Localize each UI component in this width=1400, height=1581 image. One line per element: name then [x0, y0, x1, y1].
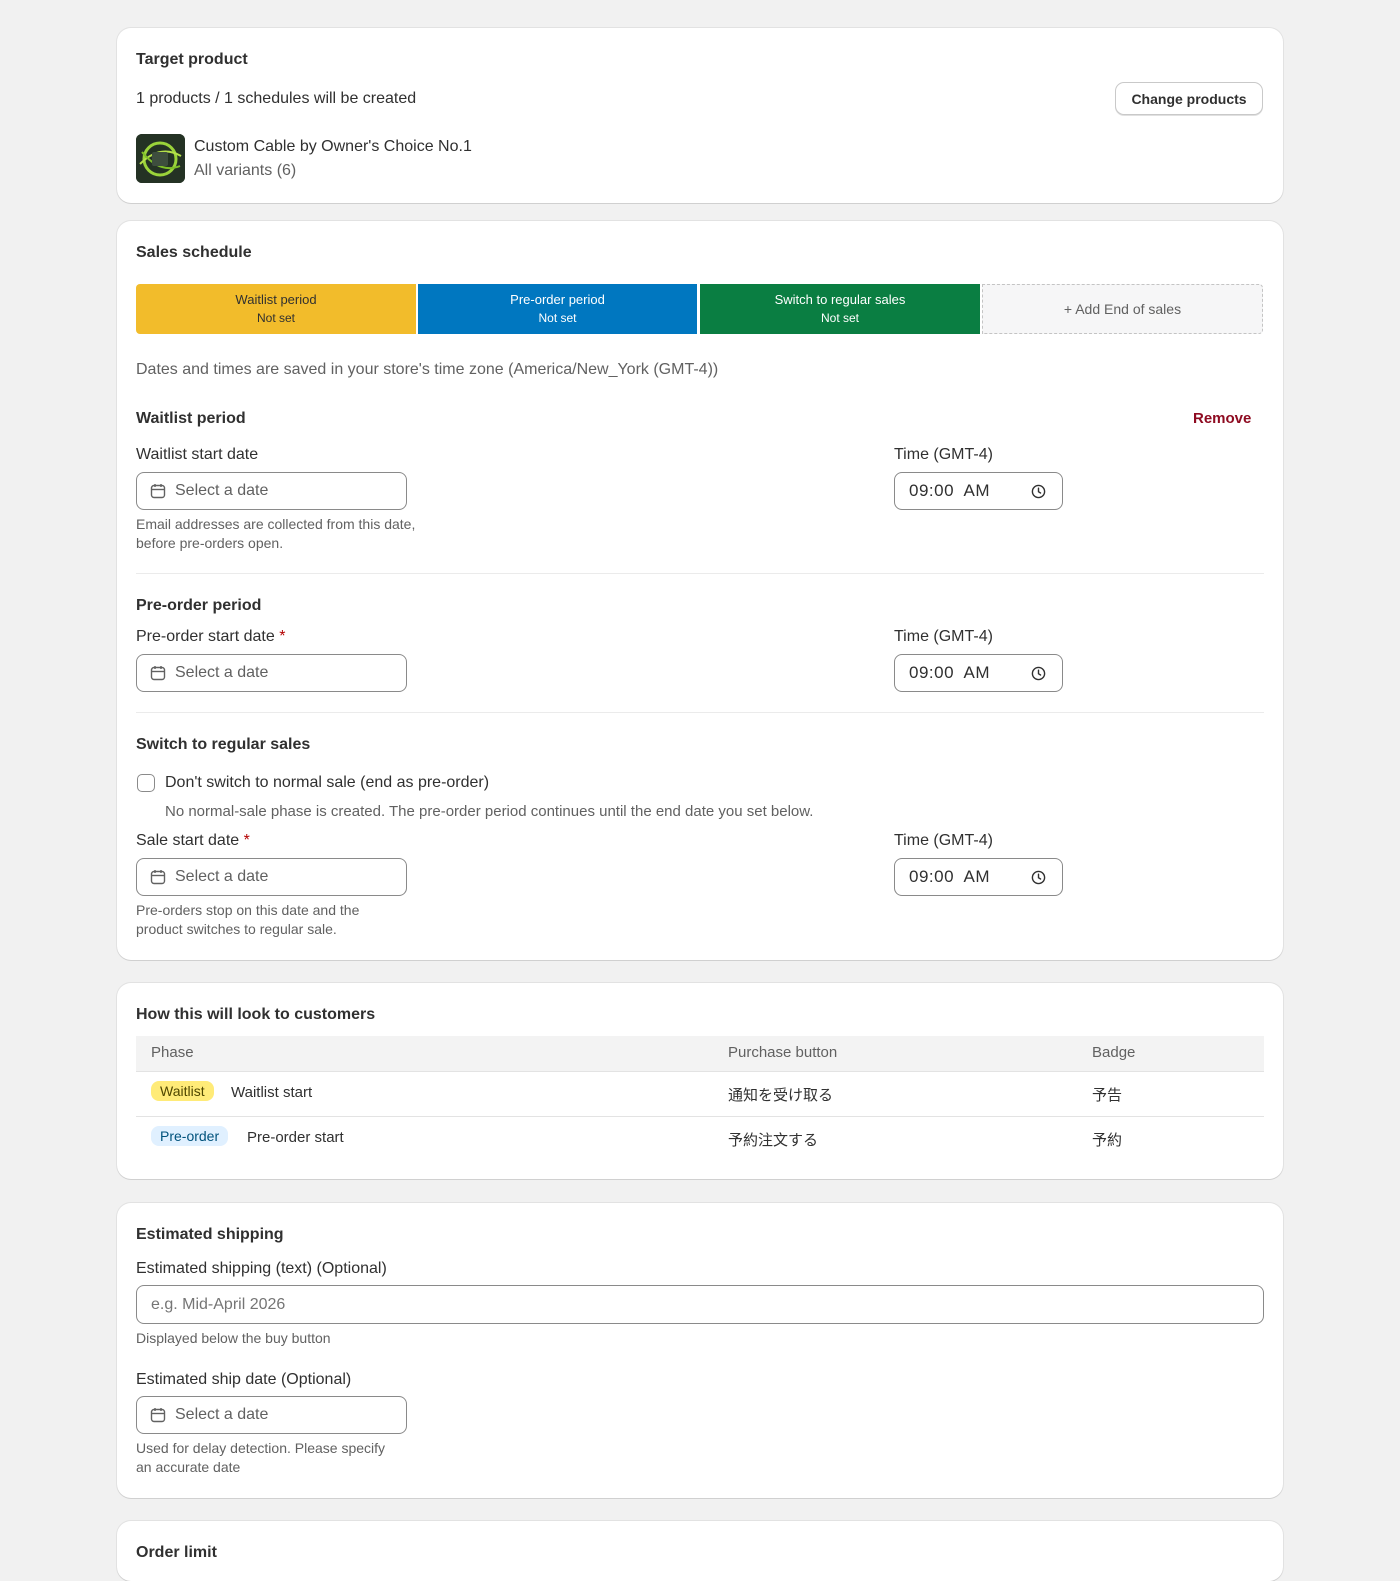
column-header-badge: Badge: [1092, 1044, 1136, 1061]
sale-start-date-label: Sale start date *: [136, 832, 250, 850]
segment-regular-sales[interactable]: Switch to regular sales Not set: [700, 284, 980, 334]
clock-icon: [1031, 484, 1046, 498]
clock-icon: [1031, 870, 1046, 884]
preview-table-header: Phase Purchase button Badge: [136, 1036, 1264, 1072]
preorder-time-label: Time (GMT-4): [894, 628, 993, 645]
remove-waitlist-link[interactable]: Remove: [1193, 410, 1251, 427]
preorder-date-field[interactable]: Select a date: [136, 654, 407, 692]
segment-waitlist-label: Waitlist period: [235, 292, 317, 307]
shipping-text-label: Estimated shipping (text) (Optional): [136, 1260, 387, 1277]
required-marker: *: [279, 628, 286, 645]
section-divider: [136, 573, 1264, 574]
preorder-date-placeholder: Select a date: [175, 664, 269, 681]
required-marker: *: [243, 832, 250, 849]
clock-icon: [1031, 666, 1046, 680]
calendar-icon: [150, 666, 166, 681]
order-limit-card: Order limit: [117, 1521, 1283, 1581]
waitlist-section-title: Waitlist period: [136, 410, 246, 427]
calendar-icon: [150, 1408, 166, 1423]
phase-pill-preorder: Pre-order: [151, 1126, 229, 1146]
sale-time-value: 09:00 AM: [909, 867, 991, 886]
customer-preview-card: How this will look to customers Phase Pu…: [117, 983, 1283, 1179]
shipping-text-help: Displayed below the buy button: [136, 1330, 331, 1346]
phase-pill-waitlist: Waitlist: [151, 1081, 214, 1101]
product-name: Custom Cable by Owner's Choice No.1: [194, 138, 472, 155]
ship-date-help: Used for delay detection. Please specify…: [136, 1440, 386, 1475]
waitlist-date-help: Email addresses are collected from this …: [136, 516, 416, 551]
phase-name: Pre-order start: [247, 1129, 344, 1146]
dont-switch-checkbox[interactable]: [137, 774, 155, 792]
order-limit-title: Order limit: [136, 1544, 217, 1561]
calendar-icon: [150, 484, 166, 499]
calendar-icon: [150, 870, 166, 885]
waitlist-date-label: Waitlist start date: [136, 446, 259, 463]
segment-regular-label: Switch to regular sales: [774, 292, 906, 307]
regular-section-title: Switch to regular sales: [136, 736, 311, 753]
preorder-date-label: Pre-order start date *: [136, 628, 285, 646]
segment-waitlist-status: Not set: [256, 311, 295, 325]
sales-schedule-title: Sales schedule: [136, 244, 252, 261]
purchase-button-text: 通知を受け取る: [728, 1087, 834, 1104]
waitlist-time-field[interactable]: 09:00 AM: [894, 472, 1063, 510]
schedule-summary: 1 products / 1 schedules will be created: [136, 90, 417, 107]
column-header-purchase-button: Purchase button: [728, 1044, 838, 1061]
segment-preorder[interactable]: Pre-order period Not set: [418, 284, 697, 334]
shipping-title: Estimated shipping: [136, 1226, 284, 1243]
preorder-section-title: Pre-order period: [136, 597, 262, 614]
ship-date-label: Estimated ship date (Optional): [136, 1371, 352, 1388]
segment-waitlist[interactable]: Waitlist period Not set: [136, 284, 416, 334]
estimated-shipping-card: Estimated shipping Estimated shipping (t…: [117, 1203, 1283, 1498]
preview-title: How this will look to customers: [136, 1006, 376, 1023]
section-divider: [136, 712, 1264, 713]
preorder-time-value: 09:00 AM: [909, 663, 991, 682]
sale-time-label: Time (GMT-4): [894, 832, 993, 849]
shipping-text-input[interactable]: [136, 1285, 1264, 1324]
sale-start-date-help: Pre-orders stop on this date and the pro…: [136, 902, 360, 937]
ship-date-field[interactable]: Select a date: [136, 1396, 407, 1434]
target-product-title: Target product: [136, 51, 248, 68]
product-thumbnail: [136, 134, 185, 183]
add-end-of-sales-button[interactable]: + Add End of sales: [982, 284, 1263, 334]
table-row: Pre-order Pre-order start 予約注文する 予約: [136, 1117, 1264, 1161]
change-products-button[interactable]: Change products: [1115, 82, 1263, 115]
waitlist-time-label: Time (GMT-4): [894, 446, 993, 463]
phase-name: Waitlist start: [231, 1084, 313, 1101]
dont-switch-help: No normal-sale phase is created. The pre…: [165, 803, 814, 820]
waitlist-time-value: 09:00 AM: [909, 481, 991, 500]
product-variants: All variants (6): [194, 162, 297, 179]
badge-text: 予約: [1092, 1132, 1123, 1149]
segment-regular-status: Not set: [820, 311, 859, 325]
preorder-time-field[interactable]: 09:00 AM: [894, 654, 1063, 692]
target-product-card: Target product 1 products / 1 schedules …: [117, 28, 1283, 203]
sale-time-field[interactable]: 09:00 AM: [894, 858, 1063, 896]
preorder-date-label-text: Pre-order start date: [136, 628, 275, 645]
segment-preorder-label: Pre-order period: [510, 292, 605, 307]
table-row: Waitlist Waitlist start 通知を受け取る 予告: [136, 1072, 1264, 1117]
segment-preorder-status: Not set: [538, 311, 577, 325]
timezone-note: Dates and times are saved in your store'…: [136, 361, 719, 378]
ship-date-placeholder: Select a date: [175, 1406, 269, 1423]
sale-start-date-field[interactable]: Select a date: [136, 858, 407, 896]
badge-text: 予告: [1092, 1087, 1123, 1104]
purchase-button-text: 予約注文する: [728, 1132, 819, 1149]
dont-switch-label[interactable]: Don't switch to normal sale (end as pre-…: [165, 774, 489, 792]
column-header-phase: Phase: [151, 1044, 194, 1061]
waitlist-date-field[interactable]: Select a date: [136, 472, 407, 510]
waitlist-date-placeholder: Select a date: [175, 482, 269, 499]
sale-start-date-placeholder: Select a date: [175, 868, 269, 885]
sale-start-date-label-text: Sale start date: [136, 832, 240, 849]
